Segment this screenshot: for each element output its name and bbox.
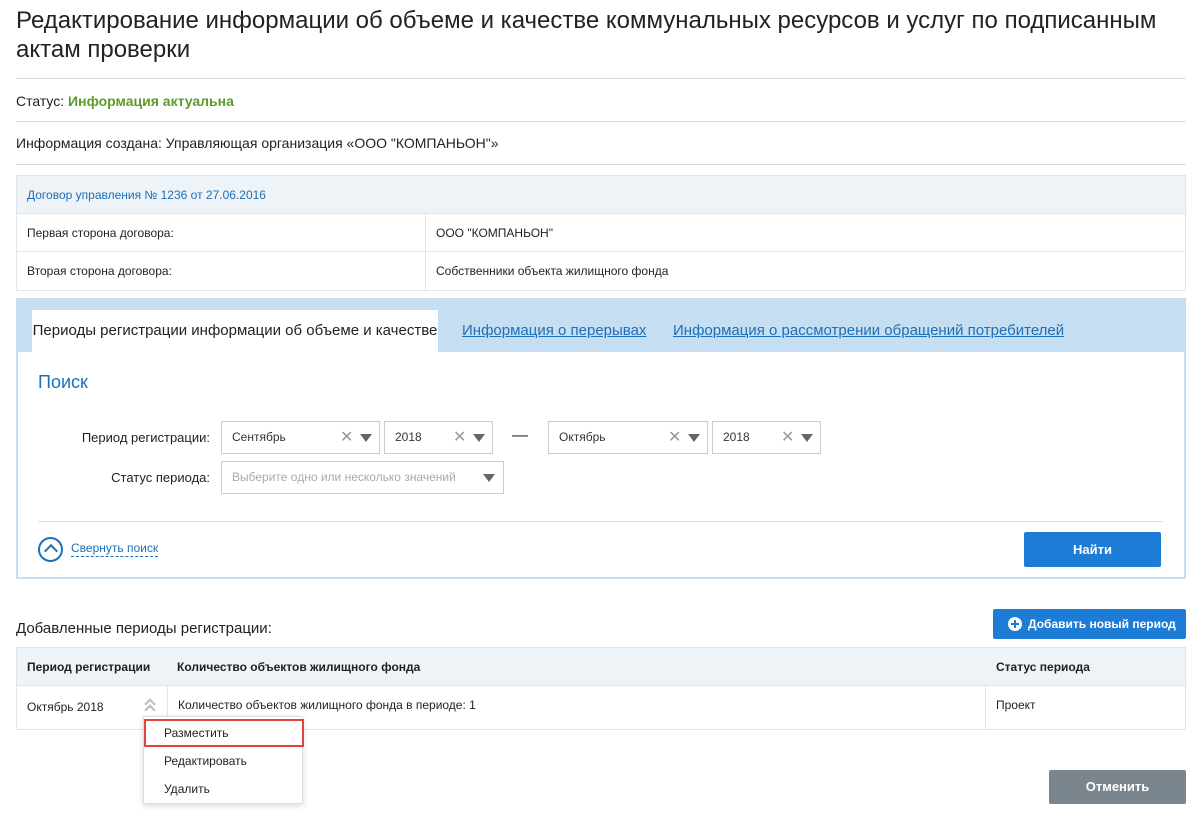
chevron-down-icon[interactable]: [483, 474, 495, 482]
contract-row-label: Вторая сторона договора:: [17, 252, 426, 290]
chevron-down-icon[interactable]: [801, 434, 813, 442]
from-month-value: Сентябрь: [232, 430, 286, 444]
page-title: Редактирование информации об объеме и ка…: [16, 7, 1157, 63]
chevron-down-icon[interactable]: [473, 434, 485, 442]
tab-interruptions[interactable]: Информация о перерывах: [462, 310, 646, 352]
find-button[interactable]: Найти: [1024, 532, 1161, 567]
column-header: Количество объектов жилищного фонда: [177, 660, 421, 674]
created-info: Информация создана: Управляющая организа…: [16, 135, 499, 151]
clear-icon[interactable]: ✕: [340, 422, 353, 453]
double-chevron-up-icon[interactable]: [144, 696, 156, 716]
divider: [38, 521, 1163, 522]
period-status-placeholder: Выберите одно или несколько значений: [232, 470, 456, 484]
clear-icon[interactable]: ✕: [453, 422, 466, 453]
menu-item-delete[interactable]: Удалить: [144, 775, 304, 803]
contract-header: Договор управления № 1236 от 27.06.2016: [17, 176, 1185, 214]
period-label: Период регистрации:: [81, 430, 210, 445]
menu-item-edit[interactable]: Редактировать: [144, 747, 304, 775]
divider: [16, 78, 1186, 79]
add-period-label: Добавить новый период: [1028, 617, 1176, 631]
period-status-select[interactable]: Выберите одно или несколько значений: [221, 461, 504, 494]
range-separator: —: [512, 427, 528, 444]
clear-icon[interactable]: ✕: [668, 422, 681, 453]
menu-item-publish[interactable]: Разместить: [144, 719, 304, 747]
clear-icon[interactable]: ✕: [781, 422, 794, 453]
row-context-menu: Разместить Редактировать Удалить: [143, 716, 304, 804]
status-label: Статус:: [16, 93, 69, 109]
contract-row-label: Первая сторона договора:: [17, 214, 426, 251]
to-year-select[interactable]: 2018 ✕: [712, 421, 821, 454]
cancel-button[interactable]: Отменить: [1049, 770, 1186, 804]
from-year-value: 2018: [395, 430, 422, 444]
contract-info-table: Договор управления № 1236 от 27.06.2016 …: [16, 175, 1186, 291]
period-status-label: Статус периода:: [111, 470, 210, 485]
status-line: Статус: Информация актуальна: [16, 93, 234, 109]
to-month-select[interactable]: Октябрь ✕: [548, 421, 708, 454]
from-year-select[interactable]: 2018 ✕: [384, 421, 493, 454]
add-period-button[interactable]: Добавить новый период: [993, 609, 1186, 639]
period-value: Октябрь 2018: [27, 700, 104, 714]
chevron-down-icon[interactable]: [360, 434, 372, 442]
added-periods-label: Добавленные периоды регистрации:: [16, 620, 272, 637]
divider: [16, 121, 1186, 122]
table-header: Период регистрации Количество объектов ж…: [17, 648, 1185, 686]
chevron-down-icon[interactable]: [688, 434, 700, 442]
contract-row: Вторая сторона договора: Собственники об…: [17, 252, 1185, 290]
column-header: Статус периода: [996, 660, 1090, 674]
status-cell: Проект: [996, 698, 1036, 712]
tab-periods[interactable]: Периоды регистрации информации об объеме…: [32, 310, 438, 352]
plus-circle-icon: [1008, 617, 1022, 631]
to-year-value: 2018: [723, 430, 750, 444]
contract-row-value: ООО "КОМПАНЬОН": [436, 226, 553, 240]
tabs-bar: Периоды регистрации информации об объеме…: [18, 300, 1184, 352]
contract-row-value: Собственники объекта жилищного фонда: [436, 264, 669, 278]
status-value: Информация актуальна: [68, 93, 234, 109]
collapse-icon[interactable]: [38, 537, 63, 562]
collapse-search-link[interactable]: Свернуть поиск: [71, 541, 159, 557]
search-title: Поиск: [38, 372, 88, 392]
column-header: Период регистрации: [27, 660, 151, 674]
search-panel: Периоды регистрации информации об объеме…: [16, 298, 1186, 579]
from-month-select[interactable]: Сентябрь ✕: [221, 421, 380, 454]
to-month-value: Октябрь: [559, 430, 606, 444]
contract-row: Первая сторона договора: ООО "КОМПАНЬОН": [17, 214, 1185, 252]
tab-consumer-appeals[interactable]: Информация о рассмотрении обращений потр…: [673, 310, 1064, 352]
divider: [16, 164, 1186, 165]
